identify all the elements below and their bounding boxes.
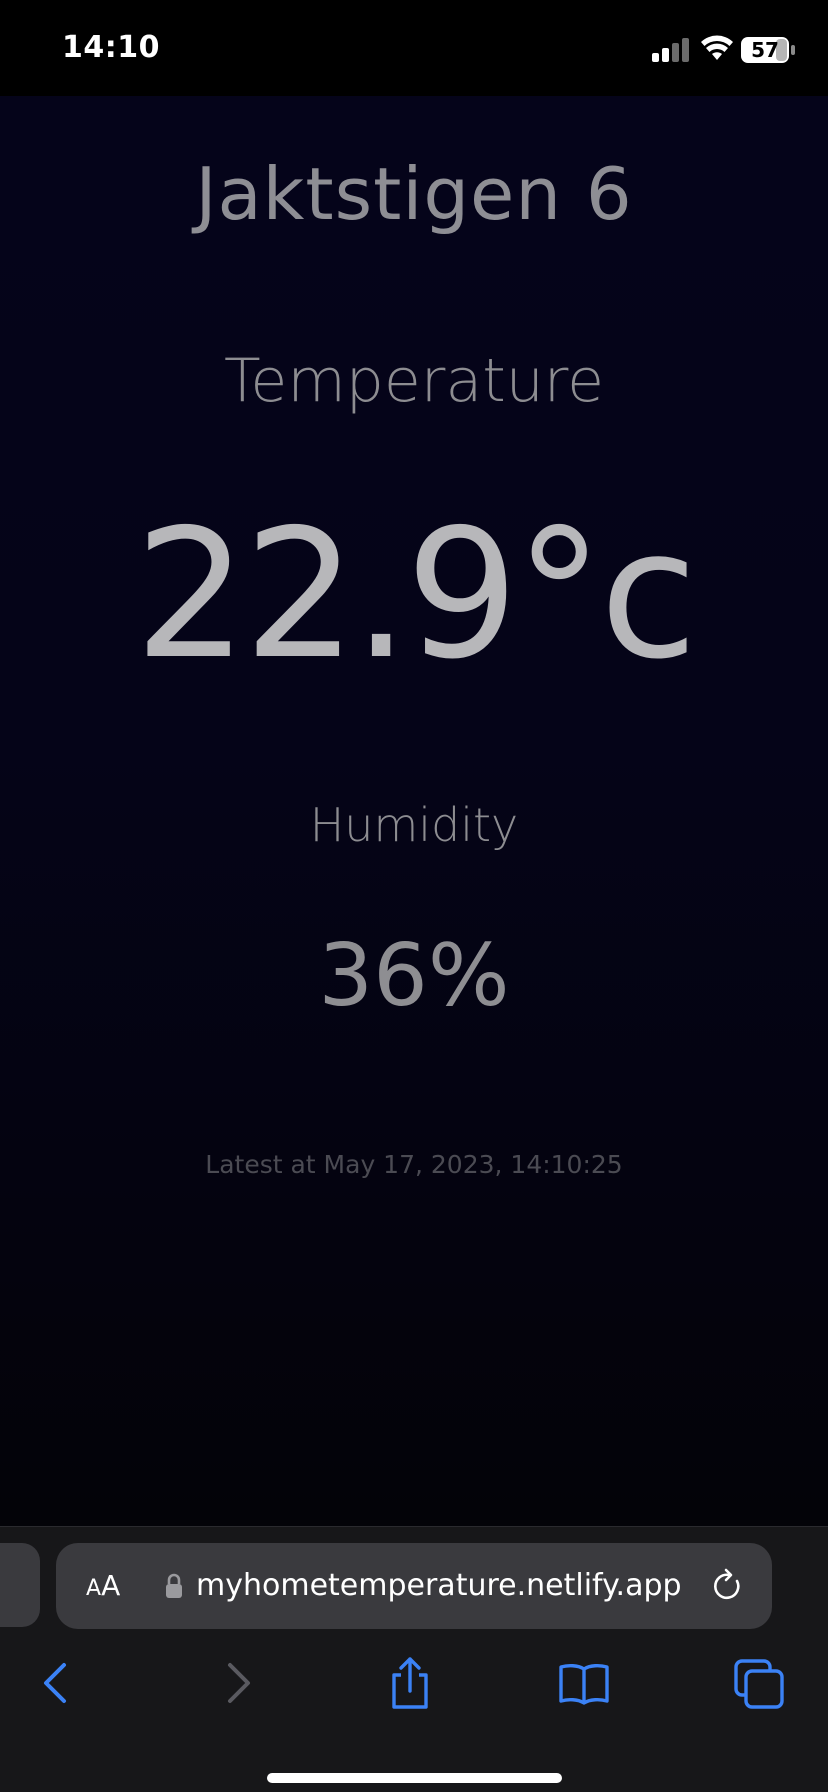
battery-level: 57	[751, 38, 779, 62]
web-content: Jaktstigen 6 Temperature 22.9°c Humidity…	[0, 96, 828, 1526]
status-time: 14:10	[62, 30, 160, 65]
url-text[interactable]: myhometemperature.netlify.app	[196, 1567, 682, 1605]
latest-timestamp: Latest at May 17, 2023, 14:10:25	[205, 1150, 623, 1179]
page-title: Jaktstigen 6	[195, 152, 633, 236]
phone-screen: 14:10 57 Jaktstigen 6 Temperature 22.9°c…	[0, 0, 828, 1792]
temperature-value: 22.9°c	[134, 491, 697, 698]
text-size-large-letter: A	[101, 1569, 121, 1602]
home-indicator[interactable]	[267, 1773, 562, 1783]
text-size-button[interactable]: AA	[86, 1567, 120, 1608]
browser-toolbar: AA myhometemperature.netlify.app	[0, 1526, 828, 1792]
address-bar[interactable]: AA myhometemperature.netlify.app	[56, 1543, 772, 1629]
humidity-value: 36%	[318, 926, 510, 1026]
share-icon[interactable]	[382, 1655, 438, 1711]
humidity-label: Humidity	[309, 798, 519, 852]
back-icon[interactable]	[30, 1655, 86, 1711]
text-size-small-letter: A	[86, 1576, 102, 1601]
reload-icon[interactable]	[708, 1567, 746, 1605]
previous-tab-preview[interactable]	[0, 1543, 40, 1627]
status-bar: 14:10 57	[0, 0, 828, 96]
lock-icon	[166, 1573, 182, 1598]
bookmarks-icon[interactable]	[556, 1655, 612, 1711]
tabs-icon[interactable]	[732, 1655, 788, 1711]
forward-icon[interactable]	[208, 1655, 264, 1711]
signal-icon	[652, 38, 689, 62]
wifi-icon	[701, 35, 733, 60]
temperature-label: Temperature	[223, 346, 605, 416]
